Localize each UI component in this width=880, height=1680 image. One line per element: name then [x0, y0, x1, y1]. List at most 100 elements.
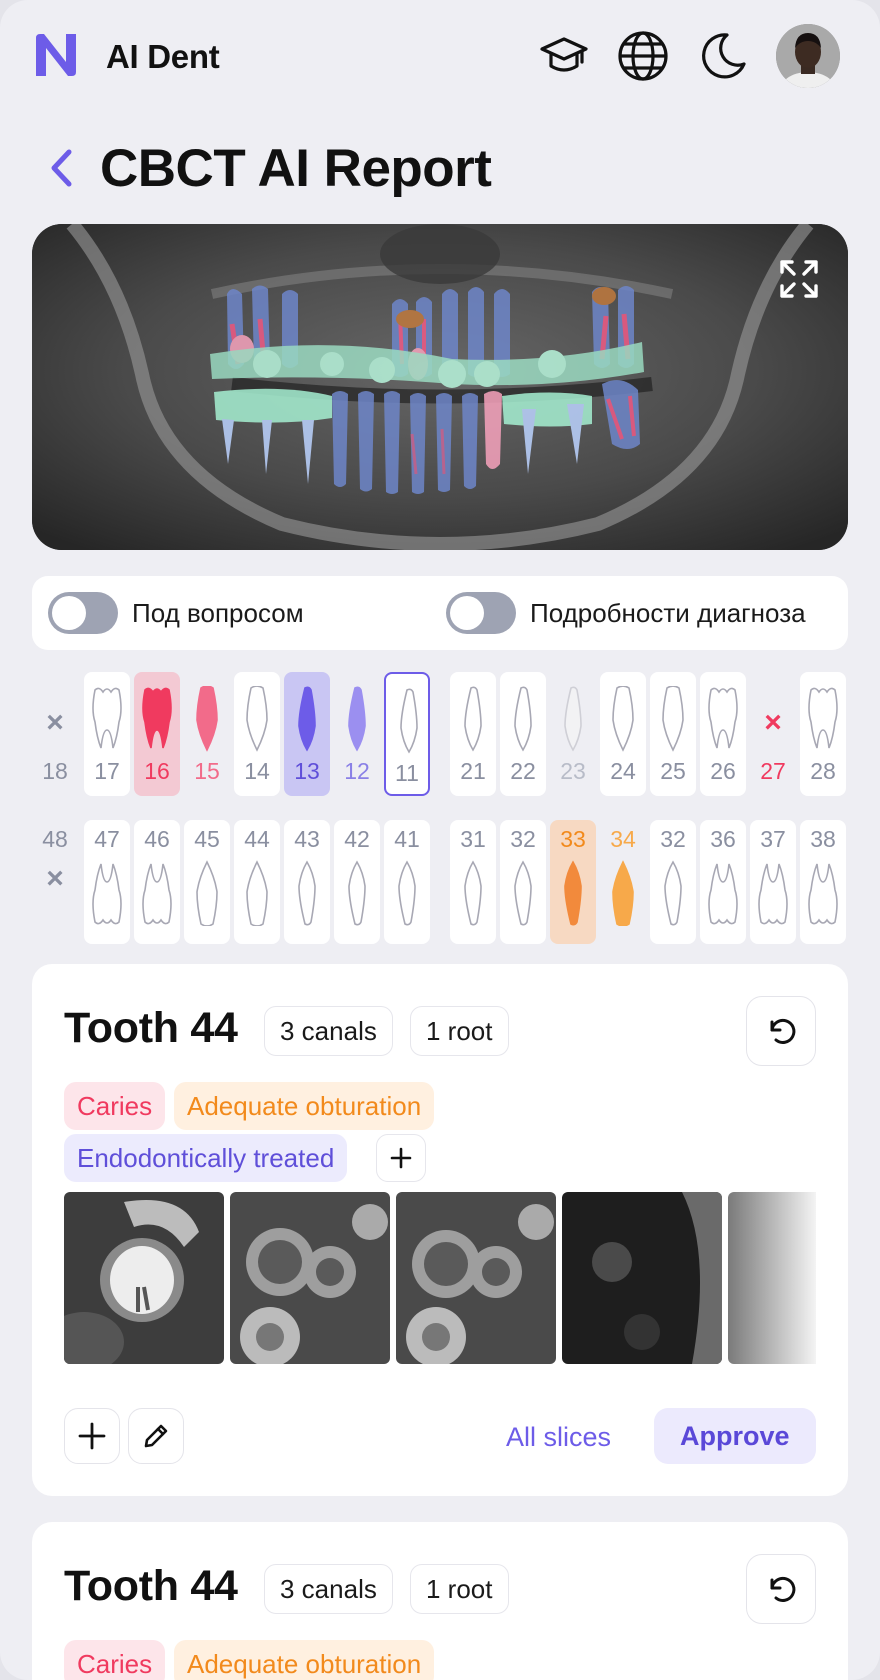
- tooth-37[interactable]: 37: [750, 820, 796, 944]
- tooth-38[interactable]: 38: [800, 820, 846, 944]
- tooth-36[interactable]: 36: [700, 820, 746, 944]
- tag-adequate-obturation[interactable]: Adequate obturation: [174, 1640, 435, 1680]
- tooth-31[interactable]: 31: [450, 820, 496, 944]
- tooth-14[interactable]: 14: [234, 672, 280, 796]
- tooth-title: Tooth 44: [64, 1004, 238, 1052]
- tooth-icon: [612, 686, 634, 752]
- tooth-43[interactable]: 43: [284, 820, 330, 944]
- tooth-icon: [348, 860, 366, 926]
- undo-button[interactable]: [746, 1554, 816, 1624]
- tooth-21[interactable]: 21: [450, 672, 496, 796]
- tooth-icon: [398, 860, 416, 926]
- tooth-number: 27: [760, 758, 786, 784]
- tooth-number: 24: [610, 758, 636, 784]
- tooth-26[interactable]: 26: [700, 672, 746, 796]
- tooth-15[interactable]: 15: [184, 672, 230, 796]
- tooth-18-missing[interactable]: × 18: [32, 672, 78, 796]
- tooth-24[interactable]: 24: [600, 672, 646, 796]
- tag-caries[interactable]: Caries: [64, 1082, 166, 1130]
- slice-thumbnail[interactable]: [64, 1192, 224, 1364]
- toggle-switch[interactable]: [48, 592, 118, 634]
- canals-chip: 3 canals: [264, 1564, 393, 1614]
- app-logo: [36, 34, 76, 76]
- edit-button[interactable]: [128, 1408, 184, 1464]
- tooth-48-missing[interactable]: × 48: [32, 820, 78, 944]
- tooth-icon: [664, 860, 682, 926]
- tooth-32[interactable]: 32: [500, 820, 546, 944]
- tooth-number: 38: [810, 826, 836, 852]
- tooth-icon: [708, 687, 738, 749]
- tooth-icon: [348, 686, 366, 752]
- tooth-17[interactable]: 17: [84, 672, 130, 796]
- tooth-34[interactable]: 34: [600, 820, 646, 944]
- tooth-42[interactable]: 42: [334, 820, 380, 944]
- tooth-22[interactable]: 22: [500, 672, 546, 796]
- tooth-41[interactable]: 41: [384, 820, 430, 944]
- tooth-number: 22: [510, 758, 536, 784]
- tooth-icon: [564, 686, 582, 752]
- tooth-icon: [708, 863, 738, 925]
- tag-caries[interactable]: Caries: [64, 1640, 166, 1680]
- cbct-panoramic-image[interactable]: [32, 224, 848, 550]
- graduation-cap-icon: [540, 37, 588, 72]
- tooth-number: 17: [94, 758, 120, 784]
- tooth-16[interactable]: 16: [134, 672, 180, 796]
- tooth-number: 46: [144, 826, 170, 852]
- toggle-switch[interactable]: [446, 592, 516, 634]
- tooth-icon: [92, 687, 122, 749]
- tooth-44[interactable]: 44: [234, 820, 280, 944]
- tooth-icon: [514, 686, 532, 752]
- tooth-25[interactable]: 25: [650, 672, 696, 796]
- slice-thumbnail[interactable]: [728, 1192, 816, 1364]
- tooth-icon: [298, 686, 316, 752]
- slice-thumbnail[interactable]: [562, 1192, 722, 1364]
- tooth-45[interactable]: 45: [184, 820, 230, 944]
- learning-button[interactable]: [536, 28, 592, 84]
- tooth-12[interactable]: 12: [334, 672, 380, 796]
- back-button[interactable]: [44, 144, 80, 192]
- tooth-46[interactable]: 46: [134, 820, 180, 944]
- tooth-icon: [196, 686, 218, 752]
- user-avatar[interactable]: [776, 24, 840, 88]
- tooth-47[interactable]: 47: [84, 820, 130, 944]
- tooth-number: 37: [760, 826, 786, 852]
- tooth-27-missing[interactable]: × 27: [750, 672, 796, 796]
- expand-icon: [780, 260, 818, 298]
- tooth-32[interactable]: 32: [650, 820, 696, 944]
- tooth-number: 16: [144, 758, 170, 784]
- undo-button[interactable]: [746, 996, 816, 1066]
- tooth-icon: [142, 687, 172, 749]
- add-slice-button[interactable]: [64, 1408, 120, 1464]
- questionable-label: Под вопросом: [132, 597, 304, 628]
- tooth-28[interactable]: 28: [800, 672, 846, 796]
- tooth-number: 32: [510, 826, 536, 852]
- tag-endodontically-treated[interactable]: Endodontically treated: [64, 1134, 348, 1182]
- tooth-number: 41: [394, 826, 420, 852]
- slice-thumbnail[interactable]: [230, 1192, 390, 1364]
- theme-toggle-button[interactable]: [695, 28, 751, 84]
- tooth-13[interactable]: 13: [284, 672, 330, 796]
- tooth-11[interactable]: 11: [384, 672, 430, 796]
- tooth-23[interactable]: 23: [550, 672, 596, 796]
- all-slices-link[interactable]: All slices: [506, 1422, 611, 1453]
- add-tag-button[interactable]: [376, 1134, 426, 1182]
- avatar-image: [776, 24, 840, 88]
- tooth-number: 21: [460, 758, 486, 784]
- roots-chip: 1 root: [410, 1006, 509, 1056]
- tag-adequate-obturation[interactable]: Adequate obturation: [174, 1082, 435, 1130]
- tooth-icon: [400, 688, 418, 754]
- tooth-number: 15: [194, 758, 220, 784]
- tooth-icon: [564, 860, 582, 926]
- approve-button[interactable]: Approve: [654, 1408, 816, 1464]
- tooth-number: 45: [194, 826, 220, 852]
- filter-toggles: Под вопросом Подробности диагноза: [32, 576, 848, 650]
- language-button[interactable]: [615, 28, 671, 84]
- tooth-title: Tooth 44: [64, 1562, 238, 1610]
- questionable-toggle[interactable]: Под вопросом: [48, 592, 304, 634]
- tooth-33[interactable]: 33: [550, 820, 596, 944]
- slice-thumbnail[interactable]: [396, 1192, 556, 1364]
- tooth-number: 13: [294, 758, 320, 784]
- app-title: AI Dent: [106, 38, 220, 75]
- diagnosis-details-toggle[interactable]: Подробности диагноза: [446, 592, 806, 634]
- tooth-number: 32: [660, 826, 686, 852]
